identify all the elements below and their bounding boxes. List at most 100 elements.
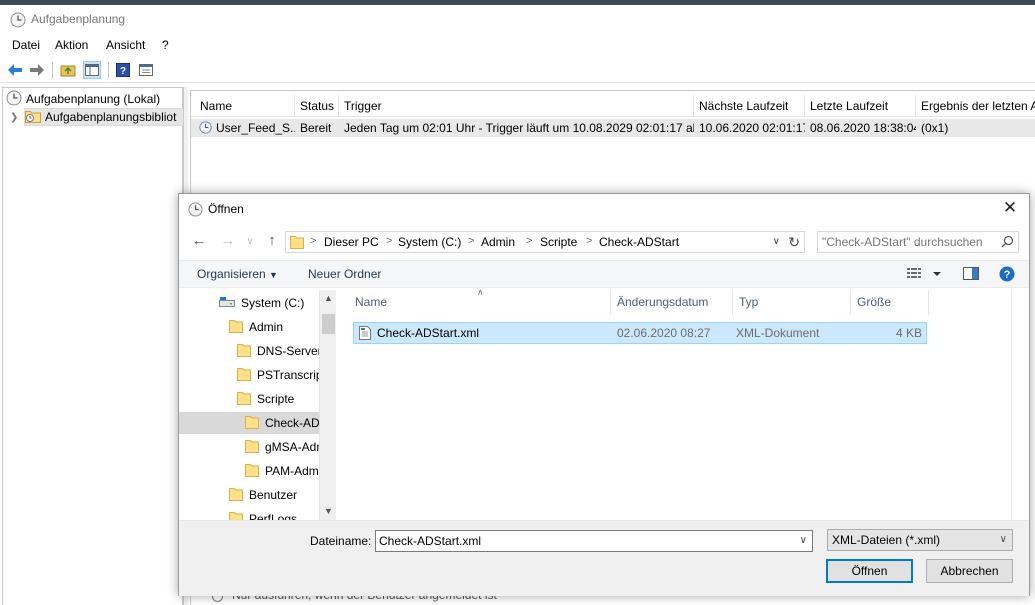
column-header-type[interactable]: Typ [733, 290, 851, 315]
refresh-icon[interactable]: ↻ [788, 234, 800, 251]
task-trigger: Jeden Tag um 02:01 Uhr - Trigger läuft u… [344, 121, 694, 135]
dialog-navigation-row: ← → ∨ ↑ > Dieser PC > System (C:) > Admi… [179, 228, 1029, 256]
folder-icon [237, 343, 251, 360]
filename-combobox: ∨ [375, 530, 813, 552]
menu-ansicht[interactable]: Ansicht [106, 38, 145, 52]
column-header-trigger[interactable]: Trigger [339, 95, 694, 117]
column-header-date[interactable]: Änderungsdatum [611, 290, 733, 315]
help-icon[interactable]: ? [114, 61, 132, 79]
breadcrumb-admin[interactable]: Admin [481, 235, 515, 249]
search-icon[interactable] [1001, 235, 1014, 251]
svg-text:?: ? [1004, 269, 1011, 281]
menu-aktion[interactable]: Aktion [55, 38, 88, 52]
folder-icon [237, 367, 251, 384]
clock-icon [188, 202, 203, 220]
cancel-button[interactable]: Abbrechen [926, 559, 1013, 583]
xml-file-icon [359, 326, 371, 343]
folder-icon [245, 463, 259, 480]
menu-datei[interactable]: Datei [12, 38, 40, 52]
breadcrumb-separator: > [386, 235, 393, 247]
organize-label: Organisieren [197, 267, 266, 281]
nav-pane-scrollbar[interactable]: ▲ ▼ [319, 290, 336, 520]
forward-arrow-icon[interactable] [28, 61, 46, 79]
column-header-result[interactable]: Ergebnis der letzten A [916, 95, 1035, 117]
nav-item-scripte[interactable]: Scripte [179, 388, 319, 410]
column-header-size[interactable]: Größe [851, 290, 929, 315]
column-header-status[interactable]: Status [295, 95, 339, 117]
show-tree-icon[interactable] [83, 61, 101, 79]
dialog-title-bar: Öffnen ✕ [179, 194, 1029, 224]
nav-item-check-adstart[interactable]: Check-ADStart [179, 412, 319, 434]
nav-item-dns-server[interactable]: DNS-Server [179, 340, 319, 362]
recent-locations-chevron-icon[interactable]: ∨ [242, 236, 258, 247]
dialog-title: Öffnen [208, 202, 244, 216]
folder-icon [245, 415, 259, 432]
scroll-down-icon[interactable]: ▼ [320, 503, 337, 520]
column-header-last-run[interactable]: Letzte Laufzeit [805, 95, 916, 117]
table-row[interactable]: User_Feed_S... Bereit Jeden Tag um 02:01… [191, 119, 1035, 137]
properties-icon[interactable] [137, 61, 155, 79]
file-type-select[interactable]: XML-Dateien (*.xml) ∨ [827, 529, 1013, 551]
tree-item-root[interactable]: Aufgabenplanung (Lokal) [6, 90, 182, 108]
up-arrow-icon[interactable]: ↑ [264, 232, 280, 249]
file-list-scrollbar[interactable] [1011, 290, 1028, 520]
breadcrumb-scripte[interactable]: Scripte [540, 235, 577, 249]
filename-input[interactable] [379, 533, 784, 549]
nav-item-pam-admin[interactable]: PAM-Admin [179, 460, 319, 482]
clock-icon [6, 90, 22, 108]
chevron-down-icon[interactable]: ∨ [773, 236, 780, 247]
new-folder-button[interactable]: Neuer Ordner [308, 267, 381, 281]
back-arrow-icon[interactable]: ← [191, 232, 207, 249]
address-bar[interactable]: > Dieser PC > System (C:) > Admin > Scri… [285, 231, 805, 253]
breadcrumb-check-adstart[interactable]: Check-ADStart [599, 235, 679, 249]
folder-up-icon[interactable] [59, 61, 77, 79]
nav-item-admin[interactable]: Admin [179, 316, 319, 338]
scrollbar-thumb[interactable] [322, 314, 335, 334]
search-input[interactable] [822, 234, 997, 250]
menu-bar: Datei Aktion Ansicht ? [0, 35, 1035, 57]
help-icon[interactable]: ? [999, 266, 1015, 285]
breadcrumb-system-c[interactable]: System (C:) [398, 235, 461, 249]
breadcrumb-dieser-pc[interactable]: Dieser PC [324, 235, 379, 249]
folder-icon [290, 235, 304, 252]
file-row[interactable]: Check-ADStart.xml 02.06.2020 08:27 XML-D… [353, 322, 927, 344]
nav-item-perflogs[interactable]: PerfLogs [179, 508, 319, 520]
nav-item-label: Admin [249, 320, 284, 334]
nav-item-label: PSTranscripts [257, 368, 319, 382]
task-result: (0x1) [921, 121, 949, 135]
folder-icon [229, 487, 243, 504]
file-type-value: XML-Dateien (*.xml) [832, 533, 941, 547]
folder-icon [229, 511, 243, 520]
tree-item-library[interactable]: Aufgabenplanungsbibliot [24, 108, 184, 126]
toolbar-separator [52, 62, 53, 78]
nav-item-benutzer[interactable]: Benutzer [179, 484, 319, 506]
preview-pane-icon[interactable] [963, 267, 979, 283]
menu-help[interactable]: ? [162, 38, 169, 52]
chevron-down-icon[interactable]: ∨ [800, 535, 807, 546]
forward-arrow-icon[interactable]: → [220, 232, 236, 249]
organize-menu[interactable]: Organisieren ▼ [197, 267, 278, 281]
column-header-name[interactable]: Name [195, 95, 295, 117]
open-button[interactable]: Öffnen [826, 559, 913, 583]
scroll-up-icon[interactable]: ▲ [320, 290, 337, 307]
view-options-icon[interactable] [907, 267, 945, 284]
nav-item-gmsa-admin[interactable]: gMSA-Admin [179, 436, 319, 458]
breadcrumb-separator: > [586, 235, 593, 247]
column-header-next-run[interactable]: Nächste Laufzeit [694, 95, 805, 117]
nav-item-label: Check-ADStart [265, 416, 319, 430]
file-date: 02.06.2020 08:27 [617, 326, 711, 340]
nav-item-label: PAM-Admin [265, 464, 319, 478]
folder-icon [245, 439, 259, 456]
chevron-right-icon[interactable]: ❯ [10, 112, 18, 123]
close-icon[interactable]: ✕ [1001, 199, 1019, 217]
search-box [817, 231, 1019, 253]
nav-item-pstranscripts[interactable]: PSTranscripts [179, 364, 319, 386]
nav-item-system-c[interactable]: System (C:) [179, 292, 319, 314]
toolbar-separator [108, 62, 109, 78]
file-type: XML-Dokument [736, 326, 820, 340]
folder-clock-icon [25, 109, 41, 125]
file-list-area: ∧ Name Änderungsdatum Typ Größe Check-AD… [339, 287, 1029, 520]
main-window-title: Aufgabenplanung [31, 12, 126, 26]
back-arrow-icon[interactable] [6, 61, 24, 79]
column-header-name[interactable]: Name [339, 290, 611, 315]
